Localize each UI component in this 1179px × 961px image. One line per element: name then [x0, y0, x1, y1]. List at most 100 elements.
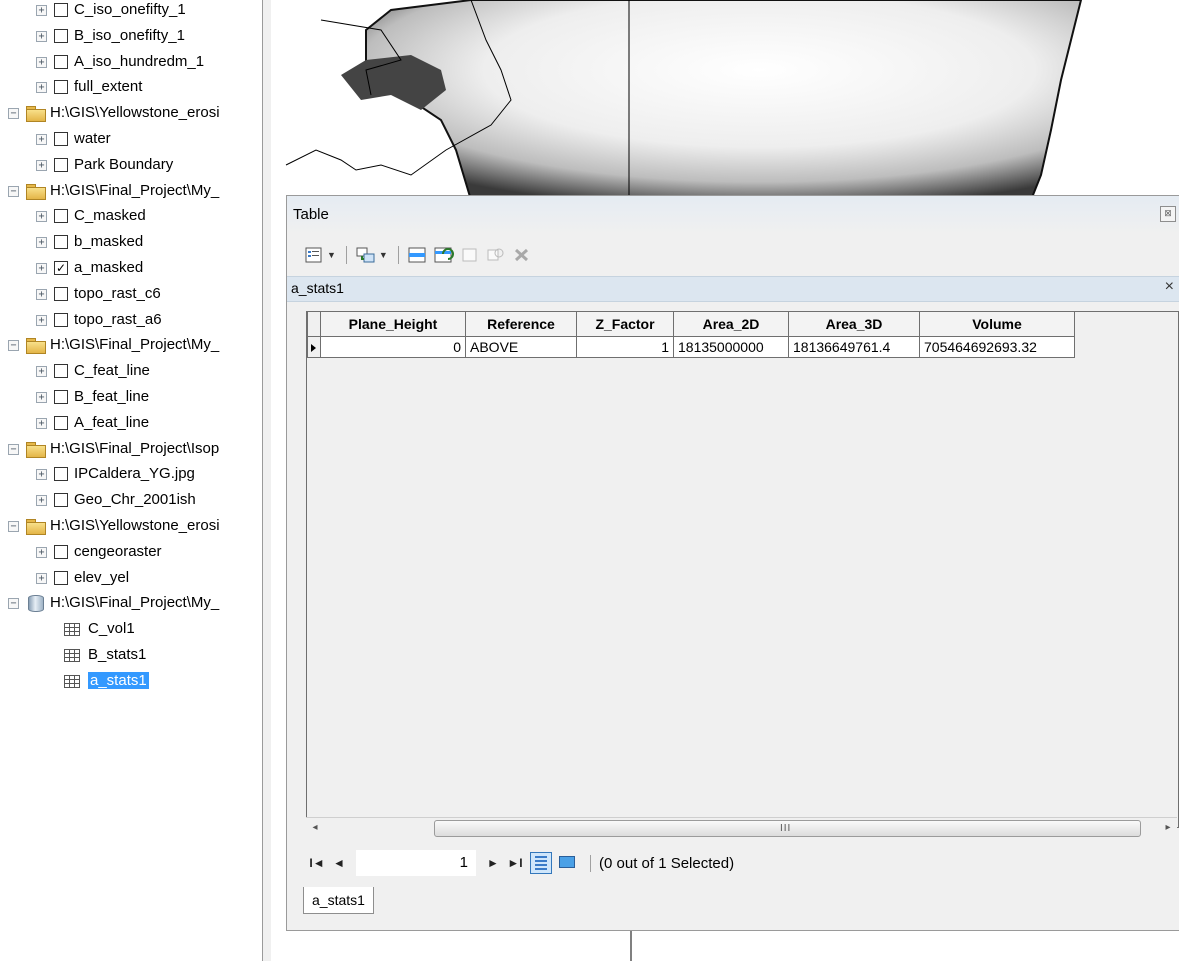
- collapse-icon[interactable]: −: [8, 597, 19, 609]
- toc-layer[interactable]: + topo_rast_c6: [36, 282, 161, 306]
- table-row[interactable]: 0 ABOVE 1 18135000000 18136649761.4 7054…: [307, 336, 1075, 358]
- toc-layer[interactable]: + full_extent: [36, 75, 142, 99]
- layer-visibility-checkbox[interactable]: [54, 55, 68, 70]
- next-record-button[interactable]: ►: [482, 856, 504, 870]
- chevron-down-icon[interactable]: ▼: [379, 250, 388, 260]
- expand-icon[interactable]: +: [36, 314, 47, 326]
- layer-visibility-checkbox[interactable]: [54, 209, 68, 224]
- toc-layer[interactable]: + C_feat_line: [36, 359, 150, 383]
- layer-visibility-checkbox[interactable]: [54, 416, 68, 431]
- expand-icon[interactable]: +: [36, 4, 47, 16]
- toc-layer[interactable]: + cengeoraster: [36, 540, 162, 564]
- expand-icon[interactable]: +: [36, 417, 47, 429]
- first-record-button[interactable]: I◄: [306, 856, 328, 870]
- scroll-left-icon[interactable]: ◂: [308, 820, 322, 836]
- toc-layer[interactable]: + B_feat_line: [36, 385, 149, 409]
- collapse-icon[interactable]: −: [8, 185, 19, 197]
- toc-group[interactable]: − H:\GIS\Final_Project\Isop: [8, 437, 219, 461]
- layer-visibility-checkbox[interactable]: [54, 313, 68, 328]
- table-cell[interactable]: 18136649761.4: [788, 336, 920, 358]
- delete-selected-icon[interactable]: [511, 245, 533, 265]
- expand-icon[interactable]: +: [36, 572, 47, 584]
- layer-visibility-checkbox[interactable]: [54, 3, 68, 18]
- layer-visibility-checkbox[interactable]: [54, 80, 68, 95]
- toc-layer[interactable]: + A_iso_hundredm_1: [36, 50, 204, 74]
- horizontal-scrollbar[interactable]: ◂ III ▸: [306, 817, 1177, 838]
- layer-visibility-checkbox[interactable]: [54, 390, 68, 405]
- toc-layer[interactable]: + water: [36, 127, 111, 151]
- clear-selection-icon[interactable]: [459, 245, 481, 265]
- tab-a-stats1[interactable]: a_stats1: [303, 887, 374, 914]
- collapse-icon[interactable]: −: [8, 339, 19, 351]
- column-header[interactable]: Plane_Height: [320, 312, 466, 337]
- expand-icon[interactable]: +: [36, 365, 47, 377]
- expand-icon[interactable]: +: [36, 391, 47, 403]
- close-table-icon[interactable]: ×: [1165, 278, 1174, 296]
- toc-group[interactable]: − H:\GIS\Yellowstone_erosi: [8, 514, 220, 538]
- toc-layer[interactable]: + IPCaldera_YG.jpg: [36, 462, 195, 486]
- current-record-field[interactable]: 1: [356, 850, 476, 876]
- table-window[interactable]: Table ⊠ ▼ ▼ a_stats1 × Plane_Height Refe…: [286, 195, 1179, 931]
- expand-icon[interactable]: +: [36, 546, 47, 558]
- toc-group[interactable]: − H:\GIS\Final_Project\My_: [8, 591, 219, 615]
- table-cell[interactable]: ABOVE: [465, 336, 577, 358]
- collapse-icon[interactable]: −: [8, 520, 19, 532]
- select-by-attributes-icon[interactable]: [407, 245, 429, 265]
- layer-visibility-checkbox[interactable]: [54, 545, 68, 560]
- row-selector-header[interactable]: [307, 312, 321, 337]
- expand-icon[interactable]: +: [36, 468, 47, 480]
- zoom-to-selected-icon[interactable]: [485, 245, 507, 265]
- toc-layer[interactable]: + ✓ a_masked: [36, 256, 143, 280]
- table-cell[interactable]: 1: [576, 336, 674, 358]
- window-titlebar[interactable]: Table ⊠: [287, 196, 1179, 234]
- layer-visibility-checkbox[interactable]: [54, 364, 68, 379]
- layer-visibility-checkbox[interactable]: [54, 158, 68, 173]
- layer-visibility-checkbox[interactable]: [54, 132, 68, 147]
- table-options-icon[interactable]: [303, 245, 325, 265]
- layer-visibility-checkbox[interactable]: ✓: [54, 261, 68, 276]
- expand-icon[interactable]: +: [36, 494, 47, 506]
- toc-layer[interactable]: + C_masked: [36, 204, 146, 228]
- layer-visibility-checkbox[interactable]: [54, 287, 68, 302]
- expand-icon[interactable]: +: [36, 262, 47, 274]
- expand-icon[interactable]: +: [36, 159, 47, 171]
- switch-selection-icon[interactable]: [433, 245, 455, 265]
- toc-layer[interactable]: + b_masked: [36, 230, 143, 254]
- toc-layer[interactable]: + topo_rast_a6: [36, 308, 162, 332]
- toc-table-item[interactable]: C_vol1: [64, 617, 135, 641]
- last-record-button[interactable]: ►I: [504, 856, 526, 870]
- attribute-grid[interactable]: Plane_Height Reference Z_Factor Area_2D …: [306, 311, 1179, 828]
- toc-group[interactable]: − H:\GIS\Yellowstone_erosi: [8, 101, 220, 125]
- scroll-thumb[interactable]: III: [434, 820, 1141, 837]
- expand-icon[interactable]: +: [36, 236, 47, 248]
- expand-icon[interactable]: +: [36, 81, 47, 93]
- layer-visibility-checkbox[interactable]: [54, 29, 68, 44]
- toc-table-item[interactable]: a_stats1: [64, 669, 149, 693]
- column-header[interactable]: Area_3D: [788, 312, 920, 337]
- toc-group[interactable]: − H:\GIS\Final_Project\My_: [8, 333, 219, 357]
- row-selector[interactable]: [307, 336, 321, 358]
- toc-layer[interactable]: + elev_yel: [36, 566, 129, 590]
- expand-icon[interactable]: +: [36, 210, 47, 222]
- show-selected-records-button[interactable]: [556, 852, 578, 874]
- previous-record-button[interactable]: ◄: [328, 856, 350, 870]
- show-all-records-button[interactable]: [530, 852, 552, 874]
- toc-layer[interactable]: + C_iso_onefifty_1: [36, 0, 186, 22]
- table-cell[interactable]: 0: [320, 336, 466, 358]
- expand-icon[interactable]: +: [36, 30, 47, 42]
- column-header[interactable]: Z_Factor: [576, 312, 674, 337]
- toc-layer[interactable]: + A_feat_line: [36, 411, 149, 435]
- expand-icon[interactable]: +: [36, 56, 47, 68]
- toc-group[interactable]: − H:\GIS\Final_Project\My_: [8, 179, 219, 203]
- toc-layer[interactable]: + Park Boundary: [36, 153, 173, 177]
- expand-icon[interactable]: +: [36, 133, 47, 145]
- column-header[interactable]: Area_2D: [673, 312, 789, 337]
- layer-visibility-checkbox[interactable]: [54, 235, 68, 250]
- layer-visibility-checkbox[interactable]: [54, 571, 68, 586]
- layer-visibility-checkbox[interactable]: [54, 493, 68, 508]
- column-header[interactable]: Volume: [919, 312, 1075, 337]
- collapse-icon[interactable]: −: [8, 443, 19, 455]
- table-cell[interactable]: 705464692693.32: [919, 336, 1075, 358]
- toc-layer[interactable]: + Geo_Chr_2001ish: [36, 488, 196, 512]
- chevron-down-icon[interactable]: ▼: [327, 250, 336, 260]
